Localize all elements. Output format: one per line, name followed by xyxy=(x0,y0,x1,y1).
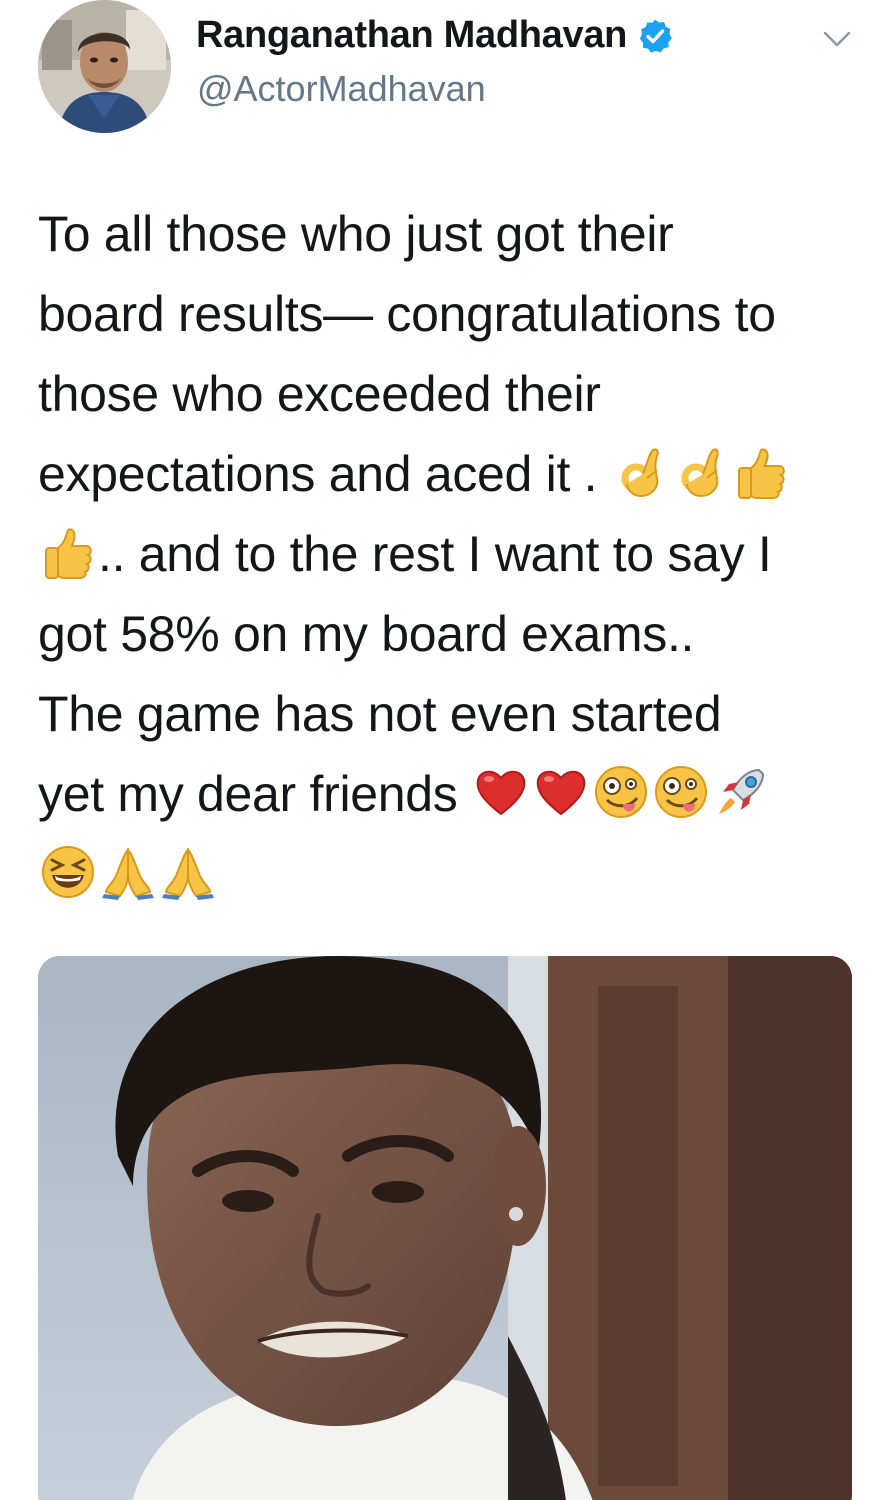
tweet-text-line: got 58% on my board exams.. xyxy=(38,594,868,674)
thumbs-up-icon xyxy=(733,444,789,500)
ok-hand-icon xyxy=(613,444,669,500)
tweet-text-segment: board results— congratulations to xyxy=(38,286,776,342)
tweet-text-line xyxy=(38,834,868,914)
tweet-text-segment: The game has not even started xyxy=(38,686,722,742)
tweet-text-line: To all those who just got their xyxy=(38,194,868,274)
chevron-down-icon[interactable] xyxy=(820,22,854,56)
author-name-row[interactable]: Ranganathan Madhavan xyxy=(196,14,673,57)
tweet-text-line: yet my dear friends xyxy=(38,754,868,834)
tweet-text-segment: .. and to the rest I want to say I xyxy=(98,526,772,582)
verified-badge-icon xyxy=(637,18,673,54)
tweet-text-line: those who exceeded their xyxy=(38,354,868,434)
tweet-card: Ranganathan Madhavan @ActorMadhavan To a… xyxy=(0,0,889,1500)
red-heart-icon xyxy=(473,764,529,820)
tweet-media-photo[interactable] xyxy=(38,956,852,1500)
rocket-icon xyxy=(713,764,769,820)
tweet-text-line: The game has not even started xyxy=(38,674,868,754)
folded-hands-icon xyxy=(160,844,216,900)
avatar[interactable] xyxy=(38,0,171,133)
tweet-text-line: expectations and aced it . xyxy=(38,434,868,514)
tweet-text-line: .. and to the rest I want to say I xyxy=(38,514,868,594)
author-display-name[interactable]: Ranganathan Madhavan xyxy=(196,14,627,57)
tweet-text: To all those who just got their board res… xyxy=(38,194,868,914)
tweet-text-line: board results— congratulations to xyxy=(38,274,868,354)
thumbs-up-icon xyxy=(40,524,96,580)
tweet-text-segment: got 58% on my board exams.. xyxy=(38,606,695,662)
folded-hands-icon xyxy=(100,844,156,900)
red-heart-icon xyxy=(533,764,589,820)
grinning-squinting-face-icon xyxy=(40,844,96,900)
tweet-text-segment: those who exceeded their xyxy=(38,366,601,422)
tweet-text-segment: yet my dear friends xyxy=(38,766,472,822)
zany-face-icon xyxy=(593,764,649,820)
author-handle[interactable]: @ActorMadhavan xyxy=(197,68,486,110)
zany-face-icon xyxy=(653,764,709,820)
ok-hand-icon xyxy=(673,444,729,500)
tweet-text-segment: To all those who just got their xyxy=(38,206,674,262)
tweet-text-segment: expectations and aced it . xyxy=(38,446,611,502)
